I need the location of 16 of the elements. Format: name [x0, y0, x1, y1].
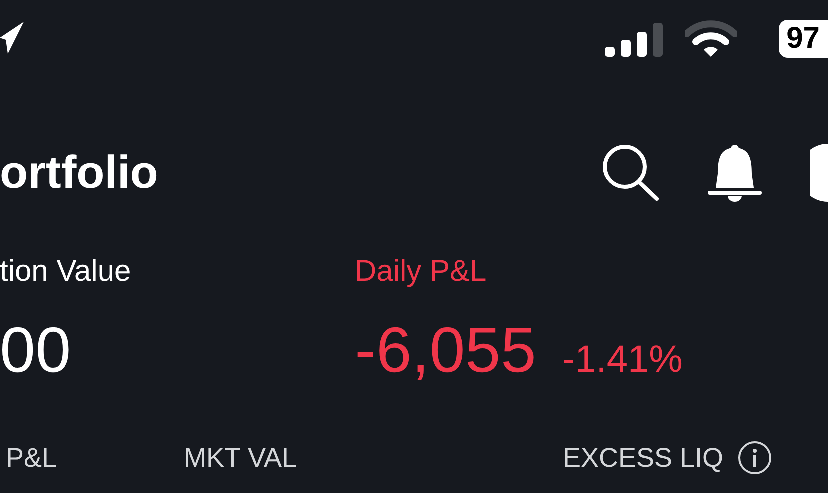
signal-icon	[604, 21, 663, 57]
location-arrow-icon	[0, 20, 24, 56]
page-title: ortfolio	[0, 145, 158, 200]
search-icon[interactable]	[602, 144, 660, 202]
battery-level: 97	[778, 20, 828, 58]
metric-value: -6,055	[355, 313, 536, 388]
wifi-icon	[684, 20, 737, 58]
metric-change: -1.41%	[562, 338, 683, 383]
column-header: P&L	[6, 442, 58, 474]
bell-icon[interactable]	[708, 144, 762, 202]
metric-value: 00	[0, 313, 72, 388]
column-header: EXCESS LIQ	[563, 442, 724, 474]
column-header: MKT VAL	[184, 442, 298, 474]
metric-label: Daily P&L	[355, 254, 487, 290]
metric-label: tion Value	[0, 254, 132, 290]
info-icon[interactable]	[738, 441, 772, 475]
